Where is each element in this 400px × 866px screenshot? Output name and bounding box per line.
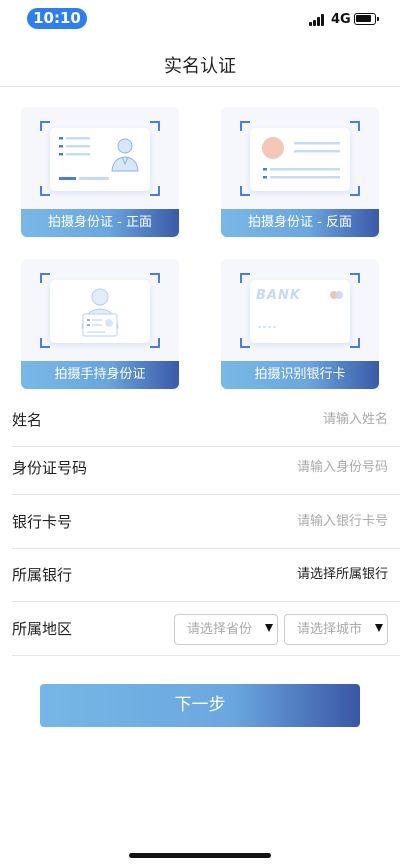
capture-id-front-card[interactable]: 拍摄身份证 - 正面 bbox=[21, 107, 179, 237]
id-number-row: 身份证号码 请输入身份号码 bbox=[12, 441, 400, 495]
id-number-label: 身份证号码 bbox=[12, 459, 88, 477]
city-placeholder: 请选择城市 bbox=[297, 622, 363, 637]
id-card-back-icon bbox=[250, 128, 350, 191]
bank-card-icon: BANK bbox=[250, 280, 350, 343]
name-label: 姓名 bbox=[12, 411, 43, 429]
id-card-front-icon bbox=[50, 128, 150, 191]
bank-row: 所属银行 请选择所属银行 bbox=[12, 548, 400, 602]
dropdown-arrow-icon bbox=[375, 624, 383, 632]
city-select[interactable]: 请选择城市 bbox=[284, 614, 388, 645]
province-select[interactable]: 请选择省份 bbox=[174, 614, 278, 645]
card-label: 拍摄身份证 - 正面 bbox=[21, 209, 179, 237]
signal-icon bbox=[309, 14, 327, 26]
status-bar: 10:10 4G bbox=[0, 0, 400, 38]
name-input[interactable]: 请输入姓名 bbox=[323, 393, 388, 447]
province-placeholder: 请选择省份 bbox=[187, 622, 253, 637]
page-title: 实名认证 bbox=[164, 56, 236, 77]
home-indicator bbox=[129, 853, 271, 858]
capture-hold-id-card[interactable]: 拍摄手持身份证 bbox=[21, 259, 179, 389]
person-holding-id-icon bbox=[50, 280, 150, 343]
id-number-input[interactable]: 请输入身份号码 bbox=[297, 441, 388, 495]
status-time: 10:10 bbox=[27, 8, 87, 29]
next-step-button[interactable]: 下一步 bbox=[40, 684, 360, 727]
region-label: 所属地区 bbox=[12, 620, 73, 638]
capture-bank-card-card[interactable]: BANK 拍摄识别银行卡 bbox=[221, 259, 379, 389]
dropdown-arrow-icon bbox=[265, 624, 273, 632]
capture-id-back-card[interactable]: 拍摄身份证 - 反面 bbox=[221, 107, 379, 237]
bank-select[interactable]: 请选择所属银行 bbox=[297, 548, 388, 602]
nav-divider bbox=[0, 86, 400, 87]
bank-label: 所属银行 bbox=[12, 566, 73, 584]
network-type: 4G bbox=[331, 12, 351, 27]
bank-card-input[interactable]: 请输入银行卡号 bbox=[297, 495, 388, 549]
card-label: 拍摄身份证 - 反面 bbox=[221, 209, 379, 237]
battery-icon bbox=[354, 13, 379, 25]
card-label: 拍摄手持身份证 bbox=[21, 361, 179, 389]
name-row: 姓名 请输入姓名 bbox=[12, 393, 400, 447]
bank-card-row: 银行卡号 请输入银行卡号 bbox=[12, 495, 400, 549]
region-row: 所属地区 请选择省份 请选择城市 bbox=[12, 602, 400, 656]
bank-card-label: 银行卡号 bbox=[12, 513, 73, 531]
card-label: 拍摄识别银行卡 bbox=[221, 361, 379, 389]
